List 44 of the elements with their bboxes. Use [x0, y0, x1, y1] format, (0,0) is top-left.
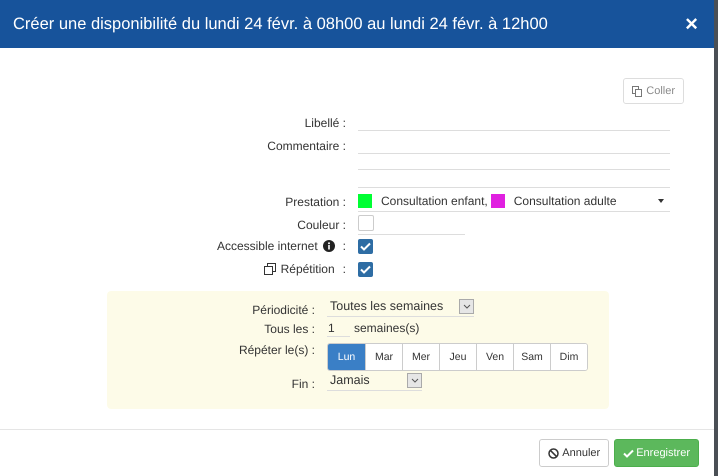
field-label: Fin :	[290, 376, 315, 391]
copy-icon	[264, 263, 276, 275]
field-label: Couleur :	[296, 217, 346, 232]
close-button[interactable]: ×	[685, 13, 698, 35]
dialog-title: Créer une disponibilité du lundi 24 févr. à 08h00 au lundi 24 févr. à 12h00	[13, 14, 548, 34]
checkbox[interactable]	[358, 262, 373, 277]
caret-icon	[658, 199, 664, 203]
checkbox[interactable]	[358, 239, 373, 254]
checkmark-icon	[360, 265, 371, 274]
field-label: Prestation :	[284, 194, 346, 209]
service-name: Consultation adulte	[514, 194, 616, 208]
color-field[interactable]	[358, 214, 465, 235]
field-label: Commentaire :	[266, 138, 346, 153]
paste-icon	[632, 86, 642, 96]
day-toggle[interactable]: Mer	[402, 344, 439, 370]
color-swatch	[358, 215, 374, 231]
field-label: Périodicité :	[251, 302, 315, 317]
info-icon	[322, 240, 335, 252]
number-field[interactable]: 1	[327, 321, 350, 337]
chevron-down-icon	[410, 378, 418, 383]
day-toggle[interactable]: Dim	[550, 344, 587, 370]
end-select[interactable]: Jamais	[327, 373, 422, 391]
service-name: Consultation enfant,	[381, 194, 488, 208]
day-toggle[interactable]: Mar	[365, 344, 402, 370]
day-toggle[interactable]: Ven	[476, 344, 513, 370]
field-label: Répétition	[280, 262, 335, 276]
checkmark-icon	[623, 448, 634, 458]
prohibited-icon	[548, 448, 560, 458]
field-label: Accessible internet	[216, 239, 318, 253]
field-label: Répéter le(s) :	[238, 343, 315, 357]
day-toggle[interactable]: Sam	[513, 344, 550, 370]
day-toggle[interactable]: Jeu	[439, 344, 476, 370]
cancel-button[interactable]: Annuler	[539, 439, 610, 467]
unit-label: semaines(s)	[354, 321, 420, 335]
paste-button[interactable]: Coller	[623, 78, 684, 104]
field-label: Libellé :	[304, 115, 346, 130]
service-select[interactable]: Consultation enfant, Consultation adulte	[358, 191, 670, 212]
chevron-down-icon	[462, 304, 470, 309]
colon: :	[342, 239, 346, 253]
periodicity-select[interactable]: Toutes les semaines	[327, 299, 474, 317]
day-toggle[interactable]: Lun	[328, 344, 365, 370]
colon: :	[342, 262, 346, 276]
checkmark-icon	[360, 242, 371, 251]
field-label: Tous les :	[263, 321, 315, 336]
